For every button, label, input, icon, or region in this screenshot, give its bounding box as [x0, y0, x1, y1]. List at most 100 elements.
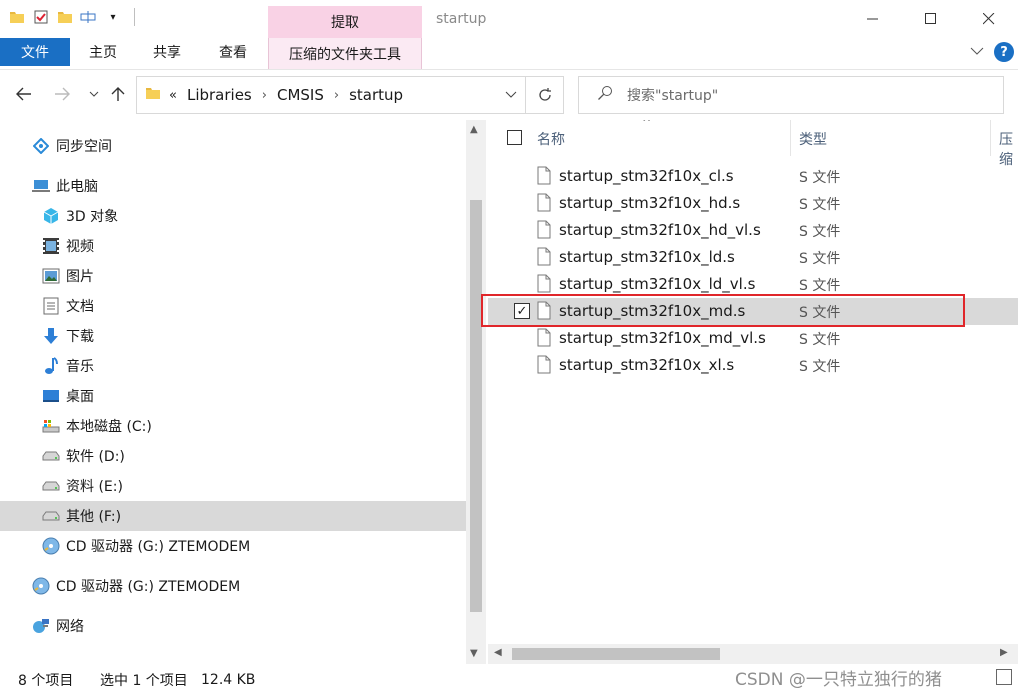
- this-pc-icon: [32, 177, 50, 195]
- nav-item-drive-d[interactable]: 软件 (D:): [42, 441, 125, 471]
- sort-ascending-icon: ^: [642, 120, 652, 129]
- nav-item-label: CD 驱动器 (G:) ZTEMODEM: [66, 539, 251, 555]
- drive-icon: [42, 447, 60, 465]
- scrollbar-thumb[interactable]: [470, 200, 482, 612]
- folder-icon[interactable]: [8, 8, 26, 26]
- file-row[interactable]: startup_stm32f10x_cl.s S 文件: [488, 163, 1018, 190]
- navigation-pane: 同步空间 此电脑 3D 对象 视频 图片 文档 下载 音乐 桌面 本地磁盘 (C…: [0, 120, 466, 664]
- file-row[interactable]: startup_stm32f10x_md_vl.s S 文件: [488, 325, 1018, 352]
- refresh-button[interactable]: [526, 76, 564, 114]
- music-icon: [42, 357, 60, 375]
- breadcrumb-libraries[interactable]: Libraries: [187, 86, 252, 104]
- nav-item-label: 资料 (E:): [66, 479, 123, 495]
- pictures-icon: [42, 267, 60, 285]
- file-name: startup_stm32f10x_xl.s: [559, 356, 735, 374]
- nav-item-drive-e[interactable]: 资料 (E:): [42, 471, 123, 501]
- details-view-icon[interactable]: [996, 669, 1012, 685]
- tab-file[interactable]: 文件: [0, 38, 70, 66]
- new-folder-icon[interactable]: [56, 8, 74, 26]
- watermark: CSDN @一只特立独行的猪: [735, 670, 942, 690]
- tab-view[interactable]: 查看: [208, 38, 258, 66]
- ribbon-tabs: 文件 主页 共享 查看 压缩的文件夹工具 ?: [0, 38, 1018, 70]
- expand-ribbon-icon[interactable]: [970, 44, 984, 60]
- nav-item-label: 音乐: [66, 359, 94, 375]
- file-type: S 文件: [799, 278, 841, 294]
- nav-item-3d-objects[interactable]: 3D 对象: [42, 201, 118, 231]
- forward-button[interactable]: [52, 84, 72, 104]
- address-history-dropdown[interactable]: [505, 87, 517, 103]
- nav-item-drive-f[interactable]: 其他 (F:): [0, 501, 466, 531]
- navigation-pane-scrollbar[interactable]: ▲ ▼: [466, 120, 486, 664]
- column-header-type[interactable]: 类型: [799, 129, 827, 149]
- selection-size: 12.4 KB: [201, 671, 256, 688]
- file-icon: [537, 220, 551, 243]
- documents-icon: [42, 297, 60, 315]
- column-header-name[interactable]: 名称: [537, 129, 565, 149]
- column-divider[interactable]: [990, 120, 991, 156]
- nav-item-label: 桌面: [66, 389, 94, 405]
- file-row[interactable]: startup_stm32f10x_ld.s S 文件: [488, 244, 1018, 271]
- toolbar-divider: [134, 8, 135, 26]
- customize-qat-icon[interactable]: ▾: [104, 8, 122, 26]
- scroll-down-icon[interactable]: ▼: [470, 648, 478, 659]
- breadcrumb-overflow[interactable]: «: [169, 88, 177, 103]
- help-icon[interactable]: ?: [994, 42, 1014, 62]
- chevron-right-icon[interactable]: ›: [334, 88, 339, 103]
- tab-share[interactable]: 共享: [142, 38, 192, 66]
- file-name: startup_stm32f10x_hd.s: [559, 194, 741, 212]
- nav-item-local-disk-c[interactable]: 本地磁盘 (C:): [42, 411, 152, 441]
- address-bar[interactable]: « Libraries › CMSIS › startup: [136, 76, 526, 114]
- file-name: startup_stm32f10x_cl.s: [559, 167, 734, 185]
- column-headers: ^ 名称 类型 压缩: [488, 120, 1018, 168]
- nav-item-music[interactable]: 音乐: [42, 351, 94, 381]
- search-box[interactable]: 搜索"startup": [578, 76, 1004, 114]
- chevron-right-icon[interactable]: ›: [262, 88, 267, 103]
- file-type: S 文件: [799, 332, 841, 348]
- cd-drive-icon: [32, 577, 50, 595]
- file-row[interactable]: startup_stm32f10x_hd_vl.s S 文件: [488, 217, 1018, 244]
- file-type: S 文件: [799, 197, 841, 213]
- minimize-button[interactable]: [844, 0, 902, 38]
- recent-locations-button[interactable]: [84, 84, 104, 104]
- nav-item-sync-space[interactable]: 同步空间: [32, 131, 112, 161]
- nav-item-this-pc[interactable]: 此电脑: [32, 171, 98, 201]
- nav-item-pictures[interactable]: 图片: [42, 261, 94, 291]
- nav-item-downloads[interactable]: 下载: [42, 321, 94, 351]
- up-button[interactable]: [108, 84, 128, 104]
- breadcrumb-cmsis[interactable]: CMSIS: [277, 86, 324, 104]
- select-all-checkbox[interactable]: [507, 130, 522, 145]
- nav-item-video[interactable]: 视频: [42, 231, 94, 261]
- file-list-pane: ^ 名称 类型 压缩 startup_stm32f10x_cl.s S 文件 s…: [488, 120, 1018, 644]
- file-icon: [537, 166, 551, 189]
- breadcrumb-startup[interactable]: startup: [349, 86, 403, 104]
- nav-item-desktop[interactable]: 桌面: [42, 381, 94, 411]
- tab-home[interactable]: 主页: [78, 38, 128, 66]
- nav-item-label: 其他 (F:): [66, 509, 122, 525]
- close-button[interactable]: [960, 0, 1018, 38]
- file-name: startup_stm32f10x_ld.s: [559, 248, 735, 266]
- column-divider[interactable]: [790, 120, 791, 156]
- file-type: S 文件: [799, 359, 841, 375]
- scroll-left-icon[interactable]: ◀: [494, 647, 502, 658]
- ribbon-right-controls: ?: [970, 42, 1014, 62]
- scroll-right-icon[interactable]: ▶: [1000, 647, 1008, 658]
- annotation-highlight-box: [481, 294, 965, 327]
- tab-compressed-folder-tools[interactable]: 压缩的文件夹工具: [268, 38, 422, 69]
- file-row[interactable]: startup_stm32f10x_hd.s S 文件: [488, 190, 1018, 217]
- nav-item-cd-drive-g[interactable]: CD 驱动器 (G:) ZTEMODEM: [42, 531, 250, 561]
- scrollbar-thumb[interactable]: [512, 648, 720, 660]
- selection-count: 选中 1 个项目: [100, 672, 188, 689]
- maximize-button[interactable]: [902, 0, 960, 38]
- properties-icon[interactable]: [32, 8, 50, 26]
- file-name: startup_stm32f10x_md_vl.s: [559, 329, 766, 347]
- file-list-horizontal-scrollbar[interactable]: ◀ ▶: [488, 644, 1018, 664]
- rename-icon[interactable]: [80, 8, 98, 26]
- nav-item-network[interactable]: 网络: [32, 611, 84, 641]
- nav-item-label: 本地磁盘 (C:): [66, 419, 152, 435]
- scroll-up-icon[interactable]: ▲: [470, 124, 478, 135]
- nav-item-cd-drive-g-root[interactable]: CD 驱动器 (G:) ZTEMODEM: [32, 571, 240, 601]
- back-button[interactable]: [14, 84, 34, 104]
- nav-item-label: 软件 (D:): [66, 449, 125, 465]
- file-row[interactable]: startup_stm32f10x_xl.s S 文件: [488, 352, 1018, 379]
- nav-item-documents[interactable]: 文档: [42, 291, 94, 321]
